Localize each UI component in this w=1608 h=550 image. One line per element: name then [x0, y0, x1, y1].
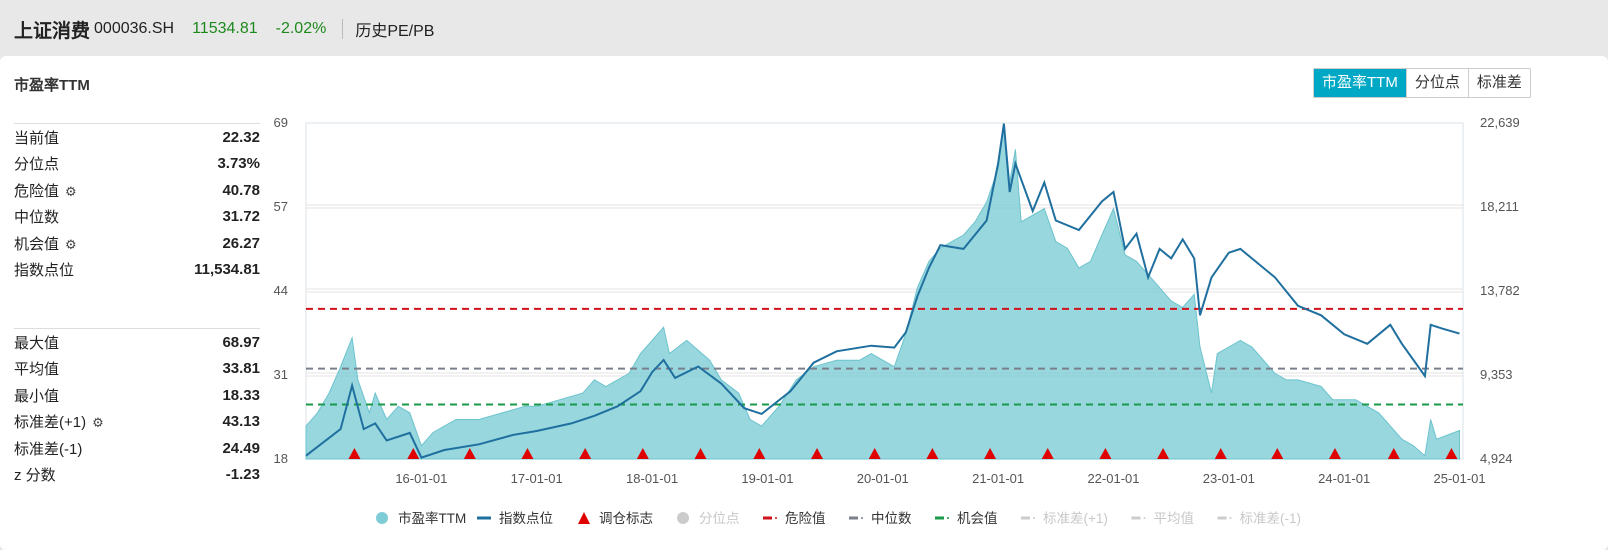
legend-triangle-icon [578, 512, 590, 524]
x-tick: 24-01-01 [1318, 471, 1370, 486]
index-change: -2.02% [275, 20, 327, 37]
index-name: 上证消费 [14, 20, 91, 42]
legend-item[interactable]: 分位点 [699, 511, 740, 526]
x-tick: 17-01-01 [511, 471, 563, 486]
divider [342, 19, 344, 39]
legend-item[interactable]: 危险值 [785, 511, 826, 526]
legend-item[interactable]: 标准差(-1) [1240, 511, 1302, 526]
x-tick: 19-01-01 [741, 471, 793, 486]
legend-dash-icon [861, 517, 863, 519]
legend-dot-icon [376, 512, 388, 524]
x-tick: 20-01-01 [857, 471, 909, 486]
pe-card: 市盈率TTM 市盈率TTM 分位点 标准差 当前值 22.32 分位点 3.73% 危险… [0, 56, 1608, 550]
x-tick: 25-01-01 [1434, 471, 1486, 486]
legend-item[interactable]: 机会值 [957, 511, 998, 526]
x-tick: 22-01-01 [1087, 471, 1139, 486]
y-left-tick: 18 [274, 451, 288, 466]
y-right-tick: 9,353 [1480, 367, 1513, 382]
legend-dot-icon [677, 512, 689, 524]
x-tick: 23-01-01 [1203, 471, 1255, 486]
legend-dash-icon [947, 517, 949, 519]
index-code: 000036.SH [94, 20, 175, 37]
x-tick: 16-01-01 [395, 471, 447, 486]
x-tick: 18-01-01 [626, 471, 678, 486]
legend-item[interactable]: 市盈率TTM [398, 510, 466, 526]
y-left-tick: 57 [274, 199, 288, 214]
index-price: 11534.81 [192, 20, 258, 37]
y-left-tick: 31 [274, 367, 288, 382]
legend-item[interactable]: 指数点位 [499, 511, 553, 526]
legend-dash-icon [1143, 517, 1146, 519]
y-left-tick: 69 [274, 115, 288, 130]
y-right-tick: 22,639 [1480, 115, 1520, 130]
legend-item[interactable]: 标准差(+1) [1043, 511, 1108, 526]
y-right-tick: 18,211 [1480, 199, 1519, 214]
index-header: 上证消费 000036.SH 11534.81 -2.02% 历史PE/PB [14, 14, 434, 44]
legend-dash-icon [1229, 517, 1232, 519]
legend-item[interactable]: 中位数 [871, 511, 912, 526]
legend-dash-icon [775, 517, 777, 519]
legend-dash-icon [1033, 517, 1035, 519]
y-right-tick: 13,782 [1480, 283, 1520, 298]
x-tick: 21-01-01 [972, 471, 1024, 486]
legend-item[interactable]: 平均值 [1154, 511, 1195, 526]
history-pe-pb-link[interactable]: 历史PE/PB [355, 17, 434, 41]
legend-item[interactable]: 调仓标志 [599, 511, 653, 526]
y-left-tick: 44 [274, 283, 288, 298]
y-right-tick: 4,924 [1480, 451, 1513, 466]
pe-chart: 69 22,639 57 18,211 44 13,782 31 9,353 18 4,924 16… [274, 115, 1520, 526]
